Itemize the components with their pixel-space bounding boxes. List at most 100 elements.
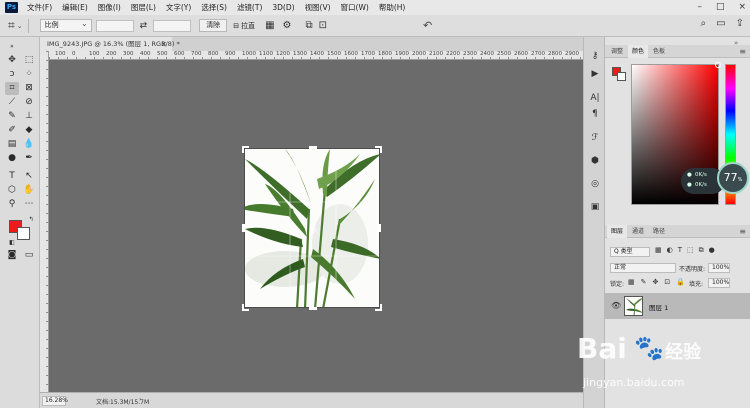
clear-button[interactable]: 清除 (199, 19, 228, 32)
tab-swatches[interactable]: 色板 (649, 45, 669, 58)
close-button[interactable]: × (738, 2, 746, 12)
default-colors-icon[interactable]: ◧ (5, 236, 19, 249)
workspace-icon[interactable]: ▭ (716, 18, 725, 29)
tab-channels[interactable]: 通道 (628, 225, 648, 238)
lock-position-icon[interactable]: ✥ (653, 278, 659, 286)
menu-file[interactable]: 文件(F) (22, 2, 57, 13)
photoshop-logo[interactable]: Ps (5, 2, 18, 13)
actions-panel-icon[interactable]: ▶ (588, 68, 602, 81)
filter-type-icon[interactable]: T (678, 246, 682, 255)
menu-help[interactable]: 帮助(H) (374, 2, 411, 13)
path-select-tool-icon[interactable]: ↖ (22, 170, 36, 183)
ruler-vertical[interactable] (40, 51, 49, 392)
hand-tool-icon[interactable]: ✋ (22, 184, 36, 197)
crop-handle-top-right[interactable] (375, 146, 382, 153)
menu-filter[interactable]: 滤镜(T) (232, 2, 267, 13)
properties-panel-icon[interactable]: ◎ (588, 178, 602, 191)
eraser-tool-icon[interactable]: ◆ (22, 124, 36, 137)
crop-tool-icon[interactable]: ⌗ (5, 82, 19, 95)
visibility-eye-icon[interactable]: 👁 (611, 301, 621, 310)
status-menu-arrow-icon[interactable]: › (139, 396, 141, 403)
quick-select-tool-icon[interactable]: ⁘ (22, 68, 36, 81)
chevron-down-icon[interactable]: ⌄ (17, 22, 23, 30)
marquee-tool-icon[interactable]: ⬚ (22, 54, 36, 67)
tab-paths[interactable]: 路径 (649, 225, 669, 238)
ruler-horizontal[interactable]: 100 0 100 200 300 400 500 600 700 800 900 1000 1100 1… (49, 51, 583, 60)
grid-overlay-icon[interactable]: ▦ (265, 20, 274, 31)
lock-transparent-icon[interactable]: ▦ (628, 278, 635, 286)
dodge-tool-icon[interactable]: ● (5, 152, 19, 165)
opacity-field[interactable]: 100% (708, 263, 730, 273)
layer-name[interactable]: 图层 1 (649, 302, 668, 312)
paragraph-panel-icon[interactable]: ¶ (588, 108, 602, 121)
color-picker-cursor[interactable] (715, 62, 721, 68)
memory-gauge[interactable]: 77% (717, 162, 749, 194)
history-panel-icon[interactable]: ⚷ (588, 50, 602, 63)
shape-tool-icon[interactable]: ⬡ (5, 184, 19, 197)
lock-all-icon[interactable]: 🔒 (676, 278, 685, 286)
close-icon[interactable]: × (161, 37, 167, 51)
zoom-level-field[interactable]: 16.28% (42, 396, 68, 406)
layer-filter-select[interactable]: Q 类型 (610, 247, 650, 257)
3d-panel-icon[interactable]: ⬢ (588, 155, 602, 168)
clone-stamp-tool-icon[interactable]: ⊥ (22, 110, 36, 123)
character-panel-icon[interactable]: A| (588, 92, 602, 105)
menu-edit[interactable]: 编辑(E) (57, 2, 93, 13)
search-icon[interactable]: ⌕ (701, 18, 707, 29)
eyedropper-tool-icon[interactable]: ⟋ (5, 96, 19, 109)
straighten-button[interactable]: ⊟ 拉直 (233, 21, 255, 31)
frame-tool-icon[interactable]: ⊠ (22, 82, 36, 95)
history-brush-tool-icon[interactable]: ✐ (5, 124, 19, 137)
menu-layer[interactable]: 图层(L) (126, 2, 161, 13)
move-tool-icon[interactable]: ✥ (5, 54, 19, 67)
crop-handle-right[interactable] (378, 224, 381, 232)
screen-mode-icon[interactable]: ▭ (22, 249, 36, 262)
crop-handle-bottom[interactable] (309, 307, 317, 310)
filter-toggle-icon[interactable]: ● (709, 246, 715, 255)
crop-handle-bottom-right[interactable] (375, 304, 382, 311)
minimize-button[interactable]: – (697, 2, 702, 12)
collapse-panels-icon[interactable]: » (734, 39, 738, 47)
filter-pixel-icon[interactable]: ▦ (655, 246, 662, 255)
lock-artboard-icon[interactable]: ⊡ (664, 278, 670, 286)
delete-cropped-icon[interactable]: ⧉ (305, 20, 312, 31)
menu-image[interactable]: 图像(I) (93, 2, 126, 13)
filter-adjustment-icon[interactable]: ◐ (667, 246, 673, 255)
panel-menu-icon[interactable]: ≡ (739, 47, 746, 56)
crop-tool-preset-icon[interactable]: ⌗ (8, 18, 15, 33)
quick-mask-icon[interactable]: ◙ (5, 249, 19, 262)
layers-menu-icon[interactable]: ≡ (739, 227, 746, 236)
fill-field[interactable]: 100% (708, 278, 730, 288)
width-field[interactable] (95, 19, 134, 32)
share-icon[interactable]: ⇪ (736, 18, 744, 29)
menu-view[interactable]: 视图(V) (300, 2, 336, 13)
blur-tool-icon[interactable]: 💧 (22, 138, 36, 151)
document-image[interactable]: ⊕ (244, 148, 380, 308)
height-field[interactable] (153, 19, 192, 32)
gradient-tool-icon[interactable]: ▤ (5, 138, 19, 151)
menu-type[interactable]: 文字(Y) (161, 2, 196, 13)
lasso-tool-icon[interactable]: ↄ (5, 68, 19, 81)
content-aware-icon[interactable]: ⊡ (319, 20, 327, 31)
lock-image-icon[interactable]: ✎ (641, 278, 647, 286)
crop-handle-top-left[interactable] (242, 146, 249, 153)
document-tab[interactable]: IMG_9243.JPG @ 16.3% (图层 1, RGB/8) * × (40, 37, 180, 51)
menu-window[interactable]: 窗口(W) (336, 2, 374, 13)
glyphs-panel-icon[interactable]: ℱ (588, 132, 602, 145)
layer-row[interactable]: 👁 图层 1 (605, 293, 750, 319)
crop-handle-bottom-left[interactable] (242, 304, 249, 311)
tab-adjustments[interactable]: 调整 (607, 45, 627, 58)
menu-3d[interactable]: 3D(D) (267, 3, 299, 12)
blend-mode-select[interactable]: 正常 (610, 263, 676, 273)
maximize-button[interactable]: □ (716, 2, 725, 12)
collapse-icon[interactable]: » (5, 40, 19, 53)
menu-select[interactable]: 选择(S) (196, 2, 232, 13)
color-panel-background[interactable] (617, 72, 626, 81)
undo-icon[interactable]: ↶ (423, 19, 432, 32)
swap-colors-icon[interactable]: ↰ (24, 213, 38, 226)
zoom-tool-icon[interactable]: ⚲ (5, 198, 19, 211)
filter-smart-icon[interactable]: ⧉ (699, 246, 704, 255)
swap-icon[interactable]: ⇄ (140, 21, 148, 31)
pen-tool-icon[interactable]: ✒ (22, 152, 36, 165)
libraries-panel-icon[interactable]: ▣ (588, 201, 602, 214)
